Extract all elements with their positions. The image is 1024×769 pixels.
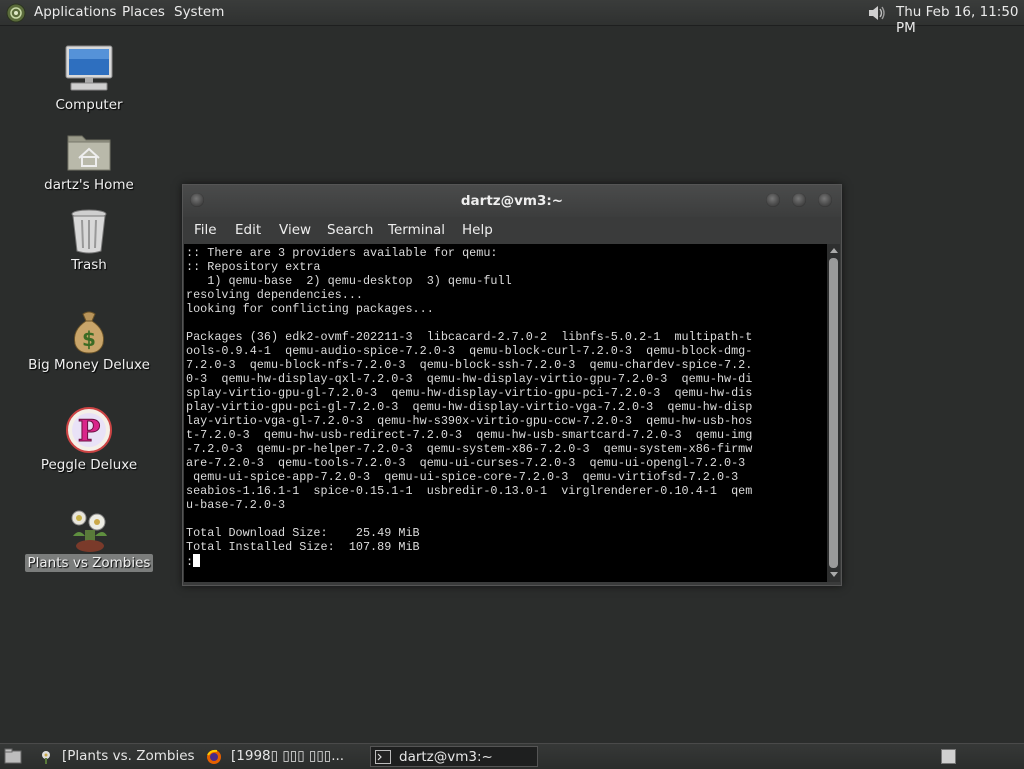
text-cursor	[193, 554, 201, 567]
terminal-text: :: There are 3 providers available for q…	[186, 246, 753, 554]
task-plants-vs-zombies[interactable]: [Plants vs. Zombies]	[34, 746, 194, 767]
terminal-output[interactable]: :: There are 3 providers available for q…	[184, 244, 827, 582]
task-label: [Plants vs. Zombies]	[62, 748, 194, 764]
desktop-icon-computer[interactable]: Computer	[9, 44, 169, 116]
trash-icon	[71, 209, 107, 254]
task-label: [1998▯ ▯▯▯ ▯▯▯...	[231, 748, 345, 764]
workspace-switcher-icon[interactable]	[941, 749, 956, 764]
menu-view[interactable]: View	[279, 222, 311, 238]
money-bag-icon: $	[74, 311, 104, 354]
bottom-panel: [Plants vs. Zombies] [1998▯ ▯▯▯ ▯▯▯... d…	[0, 743, 1024, 769]
mate-logo-icon[interactable]	[6, 3, 26, 23]
svg-text:$: $	[82, 327, 96, 351]
desktop-icon-label: Big Money Deluxe	[28, 357, 150, 373]
desktop-icon-label: Peggle Deluxe	[40, 457, 138, 473]
window-titlebar[interactable]: dartz@vm3:~	[183, 185, 841, 217]
scroll-down-arrow-icon[interactable]	[830, 572, 838, 577]
desktop-icon-plants-vs-zombies[interactable]: Plants vs Zombies	[9, 506, 169, 576]
svg-text:P: P	[78, 414, 101, 449]
menu-terminal[interactable]: Terminal	[388, 222, 445, 238]
close-button[interactable]	[818, 193, 832, 207]
terminal-scrollbar[interactable]	[827, 244, 840, 582]
task-firefox[interactable]: [1998▯ ▯▯▯ ▯▯▯...	[203, 746, 368, 767]
show-desktop-icon[interactable]	[4, 748, 22, 764]
maximize-button[interactable]	[792, 193, 806, 207]
task-terminal[interactable]: dartz@vm3:~	[370, 746, 538, 767]
scroll-up-arrow-icon[interactable]	[830, 248, 838, 253]
scrollbar-thumb[interactable]	[829, 258, 838, 568]
terminal-prompt[interactable]: :	[186, 554, 827, 569]
computer-icon	[65, 45, 113, 91]
menu-system[interactable]: System	[174, 4, 224, 20]
clock[interactable]: Thu Feb 16, 11:50 PM	[896, 4, 1024, 36]
home-folder-icon	[67, 135, 111, 171]
terminal-window[interactable]: dartz@vm3:~ File Edit View Search Termin…	[182, 184, 842, 586]
plants-vs-zombies-icon	[42, 751, 50, 764]
desktop-icon-home[interactable]: dartz's Home	[9, 126, 169, 198]
plants-vs-zombies-icon	[71, 510, 107, 552]
menu-search[interactable]: Search	[327, 222, 373, 238]
terminal-menubar: File Edit View Search Terminal Help	[183, 217, 841, 244]
peggle-icon: P	[66, 407, 112, 453]
desktop-icon-label: Computer	[55, 97, 123, 113]
menu-edit[interactable]: Edit	[235, 222, 261, 238]
desktop-icon-label: Trash	[71, 257, 107, 273]
desktop-icon-big-money[interactable]: $ Big Money Deluxe	[9, 308, 169, 378]
desktop-icon-label: Plants vs Zombies	[9, 554, 169, 572]
menu-places[interactable]: Places	[122, 4, 165, 20]
menu-file[interactable]: File	[194, 222, 217, 238]
desktop-icon-label: dartz's Home	[44, 177, 134, 193]
desktop-icon-trash[interactable]: Trash	[9, 208, 169, 278]
menu-applications[interactable]: Applications	[34, 4, 116, 20]
minimize-button[interactable]	[766, 193, 780, 207]
volume-icon[interactable]	[866, 3, 888, 23]
menu-help[interactable]: Help	[462, 222, 493, 238]
terminal-icon	[375, 750, 391, 764]
firefox-icon	[207, 749, 221, 764]
window-title: dartz@vm3:~	[460, 193, 564, 209]
top-panel: Applications Places System Thu Feb 16, 1…	[0, 0, 1024, 36]
desktop-icon-peggle[interactable]: P Peggle Deluxe	[9, 406, 169, 478]
task-label: dartz@vm3:~	[399, 749, 493, 765]
